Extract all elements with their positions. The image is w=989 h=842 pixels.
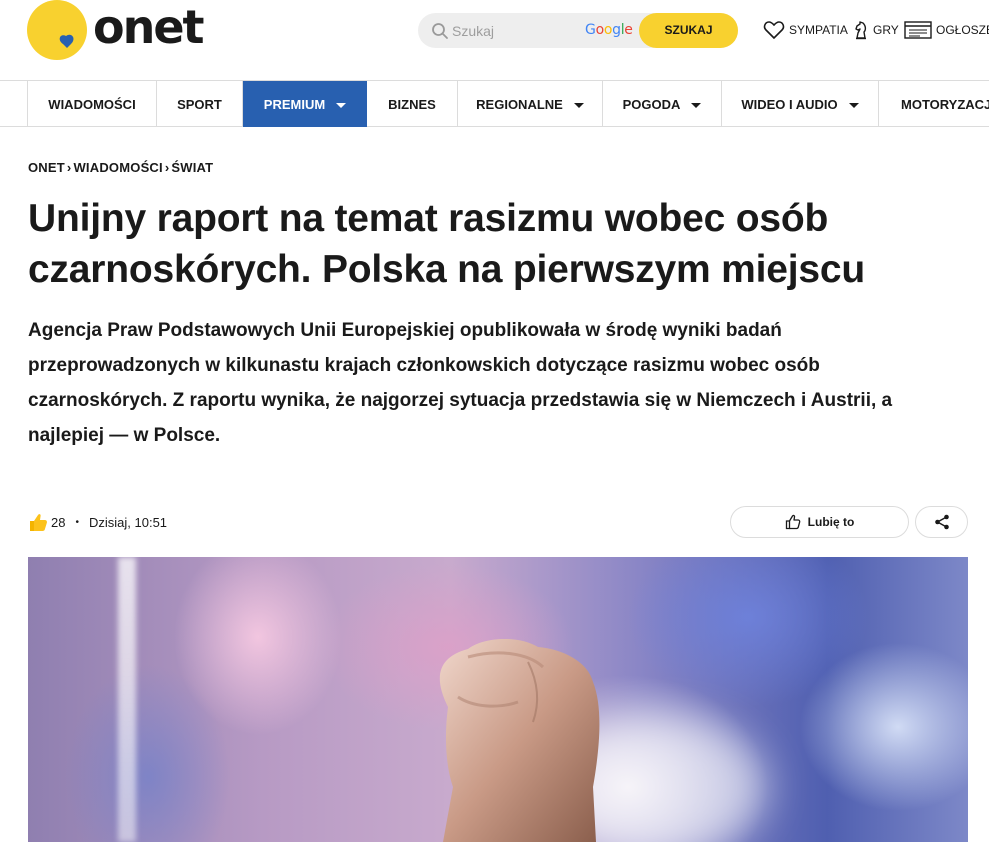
logo-circle: [27, 0, 87, 60]
sympatia-link[interactable]: SYMPATIA: [763, 18, 848, 42]
nav-label: SPORT: [177, 96, 222, 112]
gry-link[interactable]: GRY: [853, 18, 899, 42]
ogloszenia-link[interactable]: OGŁOSZE: [904, 18, 989, 42]
nav-item-wiadomosci[interactable]: WIADOMOŚCI: [27, 81, 157, 127]
breadcrumb-item-wiadomosci[interactable]: WIADOMOŚCI: [73, 160, 162, 175]
article-date: Dzisiaj, 10:51: [88, 514, 168, 530]
search-button[interactable]: SZUKAJ: [639, 13, 738, 48]
raised-fist-image: [439, 638, 600, 842]
chevron-down-icon: [573, 102, 584, 108]
heart-icon: [763, 21, 785, 40]
nav-item-pogoda[interactable]: POGODA: [603, 81, 722, 127]
nav-label: POGODA: [622, 96, 681, 112]
nav-item-regionalne[interactable]: REGIONALNE: [458, 81, 603, 127]
chevron-down-icon: [336, 102, 347, 108]
nav-label: WIDEO I AUDIO: [741, 96, 838, 112]
sympatia-label: SYMPATIA: [789, 23, 848, 37]
meta-separator: •: [75, 516, 79, 528]
thumbs-up-emoji-icon: [30, 514, 47, 531]
nav-label: MOTORYZACJA: [901, 96, 989, 112]
nav-item-biznes[interactable]: BIZNES: [367, 81, 458, 127]
breadcrumb-separator-icon: ›: [66, 160, 72, 175]
article-hero-image[interactable]: [28, 557, 968, 842]
chevron-down-icon: [848, 102, 859, 108]
share-button[interactable]: [915, 506, 968, 538]
main-nav: WIADOMOŚCI SPORT PREMIUM BIZNES REGIONAL…: [0, 80, 989, 127]
share-icon: [934, 514, 949, 530]
nav-item-premium[interactable]: PREMIUM: [243, 81, 367, 127]
nav-label: WIADOMOŚCI: [48, 96, 136, 112]
ogloszenia-label: OGŁOSZE: [936, 23, 989, 37]
reactions-widget[interactable]: 28: [28, 512, 65, 532]
breadcrumb-item-onet[interactable]: ONET: [28, 160, 65, 175]
nav-label: BIZNES: [388, 96, 436, 112]
search-icon: [432, 23, 448, 39]
breadcrumb-separator-icon: ›: [164, 160, 170, 175]
article-lead: Agencja Praw Podstawowych Unii Europejsk…: [28, 320, 893, 446]
like-button[interactable]: Lubię to: [730, 506, 909, 538]
logo-text: onet: [93, 0, 205, 54]
top-header: onet Google SZUKAJ SYMPATIA GRY OGŁ: [0, 0, 989, 80]
like-label: Lubię to: [807, 515, 855, 529]
logo-heart-icon: [59, 34, 74, 48]
nav-item-wideo-i-audio[interactable]: WIDEO I AUDIO: [722, 81, 879, 127]
breadcrumb: ONET › WIADOMOŚCI › ŚWIAT: [28, 160, 213, 175]
article-meta: 28 • Dzisiaj, 10:51: [28, 510, 167, 534]
nav-label: PREMIUM: [263, 96, 326, 112]
nav-item-motoryzacja[interactable]: MOTORYZACJA: [879, 81, 989, 127]
google-logo: Google: [585, 22, 633, 38]
ads-icon: [904, 21, 932, 39]
onet-logo[interactable]: onet: [27, 0, 205, 60]
thumbs-up-icon: [785, 514, 801, 530]
nav-item-sport[interactable]: SPORT: [157, 81, 243, 127]
breadcrumb-item-swiat[interactable]: ŚWIAT: [171, 160, 213, 175]
nav-label: REGIONALNE: [476, 96, 563, 112]
gry-label: GRY: [873, 23, 899, 37]
chess-knight-icon: [855, 21, 867, 40]
chevron-down-icon: [691, 102, 702, 108]
search-input[interactable]: [452, 13, 602, 48]
article-title: Unijny raport na temat rasizmu wobec osó…: [28, 197, 865, 291]
reactions-count: 28: [51, 514, 66, 530]
